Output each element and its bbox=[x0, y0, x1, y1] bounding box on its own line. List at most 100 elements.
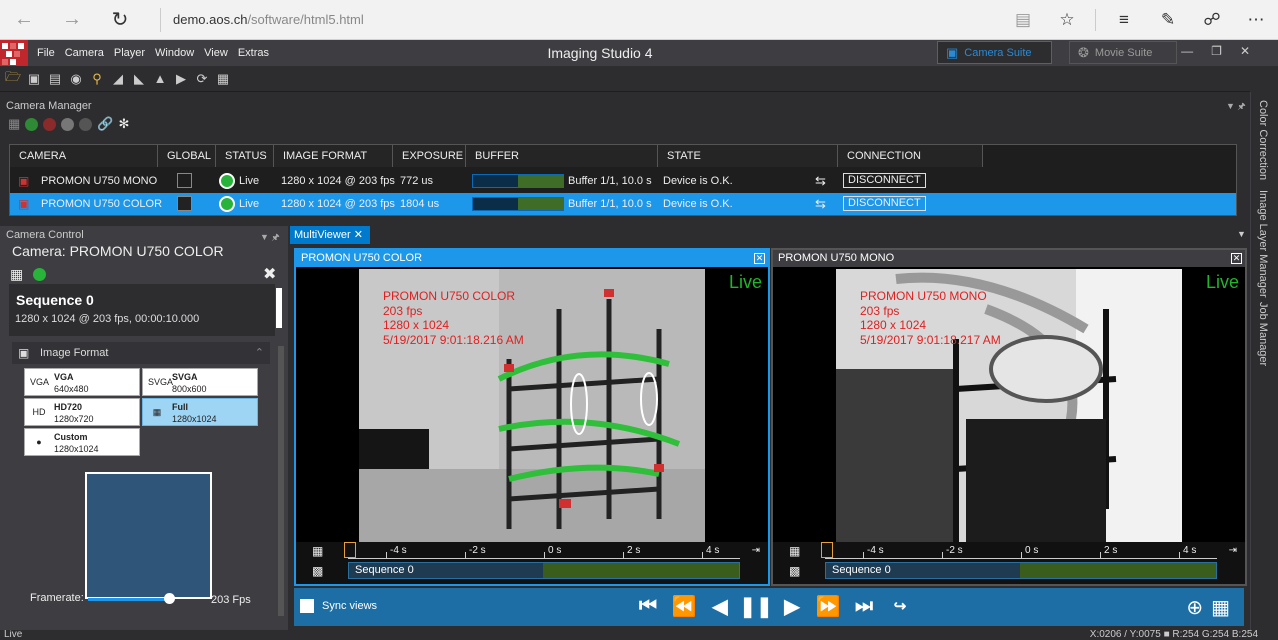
tab-image-layer-manager[interactable]: Image Layer Manager bbox=[1257, 190, 1269, 298]
global-checkbox[interactable] bbox=[177, 173, 192, 188]
sync-views-checkbox[interactable] bbox=[300, 599, 314, 613]
step-forward-icon[interactable]: ⏩ bbox=[816, 594, 841, 618]
framerate-slider[interactable] bbox=[88, 598, 174, 601]
playhead-handle[interactable] bbox=[821, 542, 833, 558]
format-svga[interactable]: SVGA SVGA 800x600 bbox=[142, 368, 258, 396]
roi-preview[interactable] bbox=[85, 472, 212, 599]
zoom-icon[interactable]: ⚲ bbox=[88, 70, 106, 88]
col-connection[interactable]: CONNECTION bbox=[838, 145, 983, 167]
snapshot-icon[interactable]: ◉ bbox=[67, 70, 85, 88]
save-icon[interactable]: ▣ bbox=[25, 70, 43, 88]
favorite-star-icon[interactable]: ☆ bbox=[1045, 0, 1089, 40]
tab-job-manager[interactable]: Job Manager bbox=[1257, 302, 1269, 366]
table-row[interactable]: ▣ PROMON U750 COLOR Live 1280 x 1024 @ 2… bbox=[10, 193, 1236, 215]
tab-color-correction[interactable]: Color Correction bbox=[1257, 100, 1269, 180]
timeline[interactable]: ▦ ▩ -4 s -2 s 0 s 2 s 4 s Sequence 0 ⇥ bbox=[296, 542, 768, 584]
jump-end-icon[interactable]: ⇥ bbox=[752, 545, 760, 556]
clapper-icon[interactable]: ▩ bbox=[312, 564, 323, 578]
address-bar[interactable]: demo.aos.ch/software/html5.html bbox=[160, 8, 364, 32]
scrollbar[interactable] bbox=[276, 288, 282, 328]
scrollbar[interactable] bbox=[278, 346, 284, 616]
skip-to-start-icon[interactable]: ⏮ bbox=[636, 594, 660, 618]
forward-icon[interactable]: → bbox=[48, 0, 96, 40]
web-note-icon[interactable]: ✎ bbox=[1146, 0, 1190, 40]
close-icon[interactable]: ✕ bbox=[754, 253, 765, 264]
flip-icon[interactable]: ◢ bbox=[109, 70, 127, 88]
hub-icon[interactable]: ≡ bbox=[1102, 0, 1146, 40]
tools-icon[interactable]: ✖ bbox=[263, 264, 276, 284]
format-hd720[interactable]: HD HD720 1280x720 bbox=[24, 398, 140, 426]
menu-camera[interactable]: Camera bbox=[60, 47, 109, 59]
tab-multiviewer[interactable]: MultiViewer ✕ bbox=[290, 226, 370, 244]
connect-icon[interactable]: 🔗 bbox=[97, 116, 113, 132]
sequence-bar[interactable]: Sequence 0 bbox=[825, 562, 1217, 579]
menu-view[interactable]: View bbox=[199, 47, 233, 59]
playhead-handle[interactable] bbox=[344, 542, 356, 558]
menu-player[interactable]: Player bbox=[109, 47, 150, 59]
sequence-box[interactable]: Sequence 0 1280 x 1024 @ 203 fps, 00:00:… bbox=[9, 284, 282, 336]
table-row[interactable]: ▣ PROMON U750 MONO Live 1280 x 1024 @ 20… bbox=[10, 170, 1236, 192]
film-icon[interactable]: ▦ bbox=[10, 266, 23, 283]
play-icon[interactable]: ▶ bbox=[780, 594, 804, 618]
disconnect-icon[interactable]: ✻ bbox=[118, 116, 129, 132]
grid-layout-icon[interactable]: ▦ bbox=[214, 70, 232, 88]
panel-pin-icon[interactable]: ▼ 🖈 bbox=[260, 230, 280, 246]
format-vga[interactable]: VGA VGA 640x480 bbox=[24, 368, 140, 396]
dropdown-icon[interactable]: ▼ bbox=[1237, 229, 1246, 239]
framerate-slider-thumb[interactable] bbox=[163, 593, 175, 604]
panel-pin-icon[interactable]: ▼ 🖈 bbox=[1226, 99, 1246, 115]
disconnect-button[interactable]: DISCONNECT bbox=[843, 173, 926, 188]
movie-suite-button[interactable]: ❂ Movie Suite bbox=[1069, 41, 1177, 64]
close-icon[interactable]: ✕ bbox=[354, 229, 363, 241]
mirror-icon[interactable]: ◣ bbox=[130, 70, 148, 88]
pause-icon[interactable]: ❚❚ bbox=[739, 594, 773, 618]
camera-suite-button[interactable]: ▣ Camera Suite bbox=[937, 41, 1052, 64]
play-backward-icon[interactable]: ◀ bbox=[708, 594, 732, 618]
reset-icon[interactable]: ⟳ bbox=[193, 70, 211, 88]
col-state[interactable]: STATE bbox=[658, 145, 838, 167]
refresh-icon[interactable]: ↻ bbox=[96, 0, 144, 40]
col-buffer[interactable]: BUFFER bbox=[466, 145, 658, 167]
open-folder-icon[interactable]: 🗁 bbox=[4, 69, 22, 88]
back-icon[interactable]: ← bbox=[0, 0, 48, 40]
menu-window[interactable]: Window bbox=[150, 47, 199, 59]
menu-extras[interactable]: Extras bbox=[233, 47, 274, 59]
col-image-format[interactable]: IMAGE FORMAT bbox=[274, 145, 393, 167]
grid-layout-icon[interactable]: ▦ bbox=[1211, 595, 1230, 620]
disconnect-button[interactable]: DISCONNECT bbox=[843, 196, 926, 211]
film-icon[interactable]: ▦ bbox=[8, 116, 20, 132]
jump-end-icon[interactable]: ⇥ bbox=[1229, 545, 1237, 556]
settings-icon[interactable] bbox=[79, 117, 93, 131]
col-status[interactable]: STATUS bbox=[216, 145, 274, 167]
col-exposure[interactable]: EXPOSURE bbox=[393, 145, 466, 167]
close-icon[interactable]: ✕ bbox=[1231, 253, 1242, 264]
share-icon[interactable]: ☍ bbox=[1190, 0, 1234, 40]
format-full[interactable]: ▦ Full 1280x1024 bbox=[142, 398, 258, 426]
live-icon[interactable] bbox=[33, 268, 46, 281]
reading-view-icon[interactable]: ▤ bbox=[1001, 0, 1045, 40]
minimize-icon[interactable]: — bbox=[1181, 44, 1193, 58]
close-icon[interactable]: ✕ bbox=[1240, 44, 1250, 58]
image-format-title[interactable]: ▣ Image Format ⌃ bbox=[12, 342, 270, 364]
rotate-left-icon[interactable]: ▲ bbox=[151, 70, 169, 88]
timeline[interactable]: ▦ ▩ -4 s -2 s 0 s 2 s 4 s Sequence 0 ⇥ bbox=[773, 542, 1245, 584]
menu-file[interactable]: File bbox=[32, 47, 60, 59]
sequence-bar[interactable]: Sequence 0 bbox=[348, 562, 740, 579]
view-color[interactable]: PROMON U750 COLOR ✕ PROMON U750 COLOR 20… bbox=[294, 248, 770, 586]
add-view-icon[interactable]: ⊕ bbox=[1186, 595, 1203, 620]
global-checkbox[interactable] bbox=[177, 196, 192, 211]
skip-to-end-icon[interactable]: ⏭ bbox=[852, 594, 876, 618]
step-back-icon[interactable]: ⏪ bbox=[672, 594, 697, 618]
view-mono[interactable]: PROMON U750 MONO ✕ PROMON U750 MONO 203 … bbox=[771, 248, 1247, 586]
col-global[interactable]: GLOBAL bbox=[158, 145, 216, 167]
clapper-icon[interactable]: ▩ bbox=[789, 564, 800, 578]
film-icon[interactable]: ▦ bbox=[312, 544, 323, 558]
more-icon[interactable]: ⋯ bbox=[1234, 0, 1278, 40]
start-live-icon[interactable] bbox=[25, 117, 39, 131]
film-icon[interactable]: ▦ bbox=[789, 544, 800, 558]
maximize-icon[interactable]: ❐ bbox=[1211, 44, 1222, 58]
goto-t0-icon[interactable]: ↪ bbox=[888, 594, 912, 618]
record-icon[interactable] bbox=[43, 117, 57, 131]
col-camera[interactable]: CAMERA bbox=[10, 145, 158, 167]
stop-icon[interactable] bbox=[61, 117, 75, 131]
